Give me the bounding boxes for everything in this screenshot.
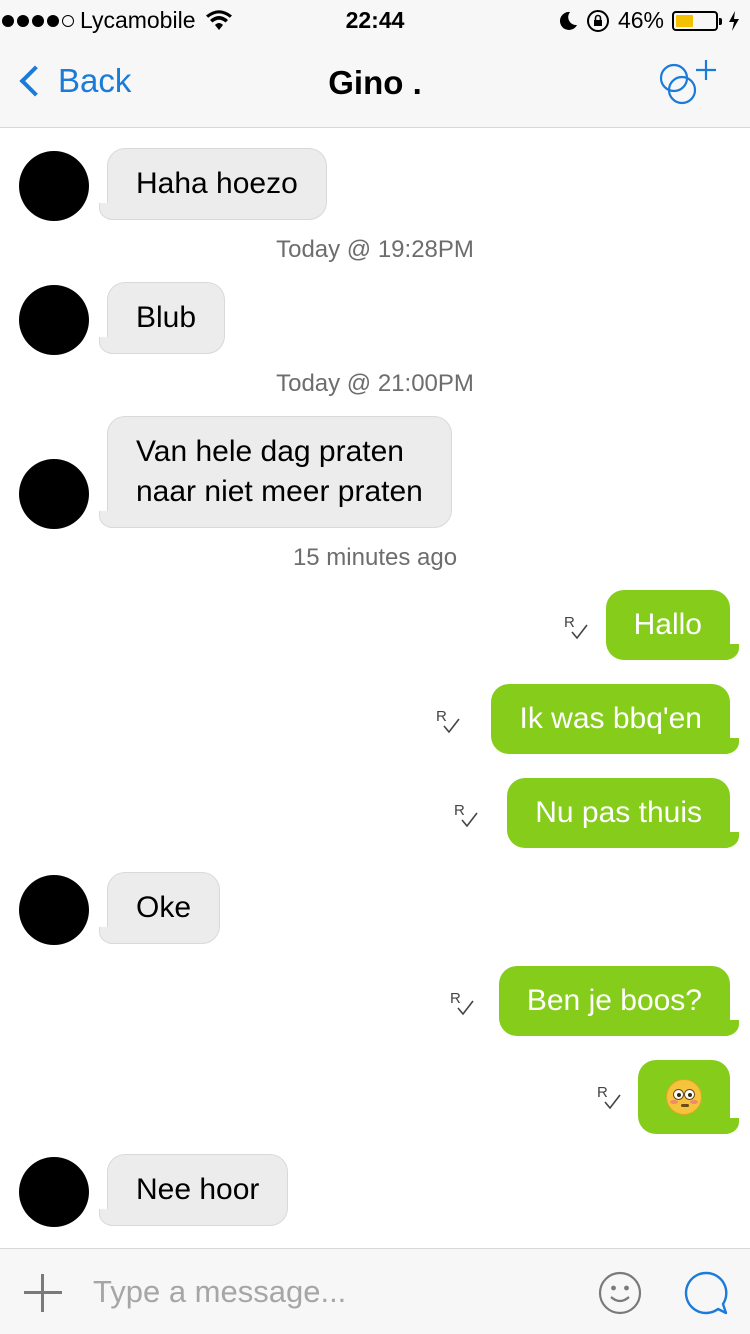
smiley-icon[interactable]	[598, 1271, 642, 1315]
message-bubble-incoming[interactable]: Van hele dag praten naar niet meer prate…	[99, 416, 452, 528]
message-bubble-incoming[interactable]: Haha hoezo	[99, 148, 327, 220]
contact-avatar[interactable]	[19, 459, 89, 529]
read-receipt-icon: R	[450, 990, 474, 1016]
read-receipt-letter: R	[450, 990, 461, 1007]
message-bubble-outgoing[interactable]: Ben je boos?	[498, 966, 740, 1036]
nav-bar: Back Gino .	[0, 40, 750, 128]
back-label: Back	[58, 62, 132, 99]
message-bubble-incoming[interactable]: Blub	[98, 282, 226, 354]
moon-icon	[559, 11, 577, 30]
read-receipt-icon: R	[436, 708, 460, 734]
message-input[interactable]	[93, 1269, 563, 1315]
message-timestamp: Today @ 19:28PM	[0, 236, 750, 264]
status-bar: Lycamobile 22:44 46%	[0, 0, 750, 40]
battery-icon	[672, 10, 722, 31]
chat-bubble-icon[interactable]	[682, 1269, 730, 1317]
contact-avatar[interactable]	[19, 875, 89, 945]
read-receipt-icon: R	[597, 1084, 621, 1110]
contact-avatar[interactable]	[19, 151, 89, 221]
timestamp-text: 15 minutes ago	[292, 544, 458, 571]
read-receipt-icon: R	[564, 614, 588, 640]
contact-avatar[interactable]	[19, 1157, 89, 1227]
read-receipt-icon: R	[454, 802, 478, 828]
message-bubble-outgoing[interactable]	[638, 1060, 739, 1134]
message-bubble-outgoing[interactable]: Ik was bbq'en	[491, 684, 739, 754]
message-timestamp: 15 minutes ago	[0, 544, 750, 572]
battery-level	[676, 14, 694, 27]
message-bubble-incoming[interactable]: Nee hoor	[98, 1154, 289, 1226]
message-line: Van hele dag praten	[136, 435, 404, 468]
message-line: naar niet meer praten	[136, 475, 423, 508]
battery-percent: 46%	[617, 7, 664, 33]
add-contact-icon[interactable]	[650, 58, 720, 110]
rotation-lock-icon	[586, 9, 609, 32]
charging-bolt-icon	[729, 10, 739, 31]
read-receipt-letter: R	[597, 1084, 608, 1101]
message-bubble-incoming[interactable]: Oke	[98, 872, 221, 944]
message-bubble-outgoing[interactable]: Hallo	[605, 590, 740, 660]
read-receipt-letter: R	[564, 614, 575, 631]
composer-bar	[0, 1248, 750, 1334]
status-right: 46%	[558, 7, 740, 34]
timestamp-text: Today @ 21:00PM	[276, 370, 474, 397]
plus-icon[interactable]	[24, 1274, 62, 1312]
message-timestamp: Today @ 21:00PM	[0, 370, 750, 398]
timestamp-text: Today @ 19:28PM	[276, 236, 474, 263]
read-receipt-letter: R	[436, 708, 447, 725]
chevron-left-icon	[19, 65, 51, 97]
flushed-face-emoji	[666, 1079, 702, 1116]
read-receipt-letter: R	[454, 802, 465, 819]
back-button[interactable]: Back	[14, 62, 131, 100]
contact-avatar[interactable]	[19, 285, 89, 355]
message-bubble-outgoing[interactable]: Nu pas thuis	[507, 778, 739, 848]
